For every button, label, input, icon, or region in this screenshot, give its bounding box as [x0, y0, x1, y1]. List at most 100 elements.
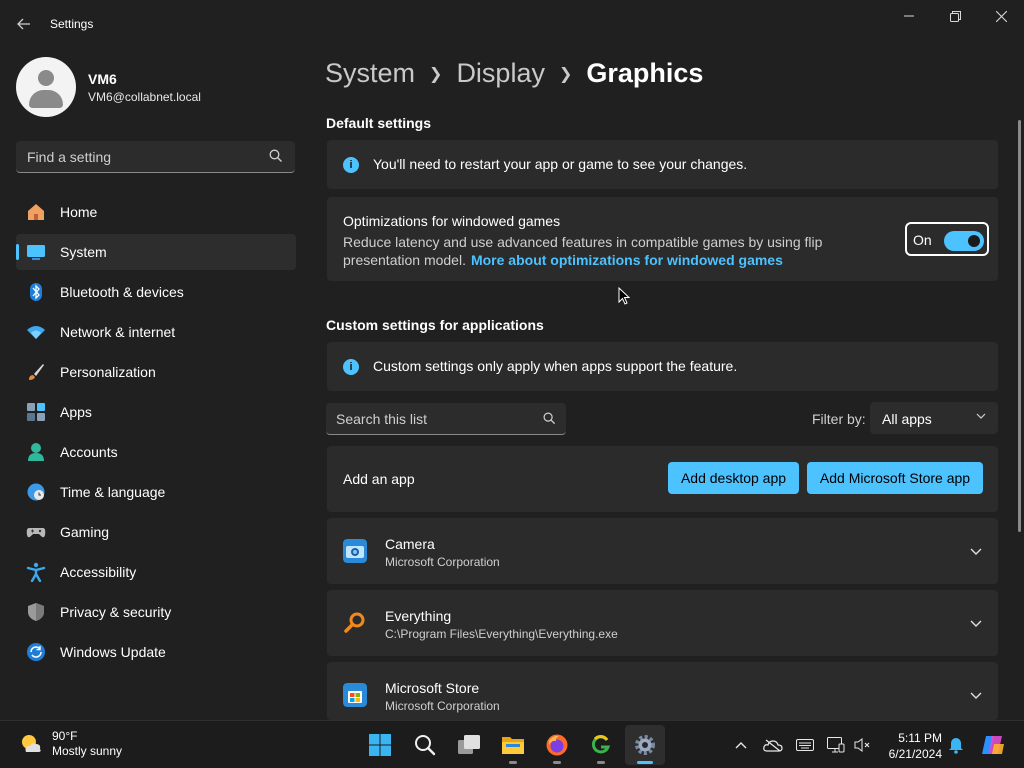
onedrive-icon[interactable] [763, 735, 783, 755]
sidebar-item-windows-update[interactable]: Windows Update [16, 634, 296, 670]
sidebar-item-network[interactable]: Network & internet [16, 314, 296, 350]
scrollbar[interactable] [1018, 120, 1021, 532]
taskbar-search-button[interactable] [405, 725, 445, 765]
app-row-everything[interactable]: Everything C:\Program Files\Everything\E… [327, 590, 998, 656]
system-clock[interactable]: 5:11 PM 6/21/2024 [876, 730, 942, 762]
sidebar-item-label: Personalization [60, 364, 156, 380]
filter-dropdown[interactable]: All apps [870, 402, 998, 434]
sidebar-item-privacy[interactable]: Privacy & security [16, 594, 296, 630]
toggle-switch[interactable] [944, 231, 984, 251]
notification-bell-icon[interactable] [946, 735, 966, 755]
back-button[interactable] [12, 12, 36, 36]
close-icon [995, 10, 1007, 22]
app-name: Camera [385, 536, 435, 552]
clock-time: 5:11 PM [898, 731, 942, 745]
green-app-button[interactable] [581, 725, 621, 765]
app-row-camera[interactable]: Camera Microsoft Corporation [327, 518, 998, 584]
sidebar-item-gaming[interactable]: Gaming [16, 514, 296, 550]
breadcrumb-system[interactable]: System [325, 58, 415, 89]
chevron-down-icon[interactable] [970, 689, 982, 701]
app-g-icon [592, 734, 611, 754]
profile-email: VM6@collabnet.local [88, 89, 201, 104]
window-title: Settings [50, 17, 94, 31]
app-path: C:\Program Files\Everything\Everything.e… [385, 627, 618, 641]
weather-temperature: 90°F [52, 729, 78, 743]
custom-notice-card: i Custom settings only apply when apps s… [327, 342, 998, 391]
brush-icon [26, 362, 46, 382]
close-button[interactable] [978, 0, 1024, 32]
list-search-input[interactable]: Search this list [326, 403, 566, 435]
breadcrumb-display[interactable]: Display [456, 58, 545, 89]
sidebar-item-label: Gaming [60, 524, 110, 540]
sidebar-item-label: Home [60, 204, 98, 220]
firefox-icon [546, 734, 568, 756]
sidebar-item-label: Accounts [60, 444, 118, 460]
start-button[interactable] [360, 725, 400, 765]
title-bar: Settings [0, 0, 1024, 48]
sidebar-item-personalization[interactable]: Personalization [16, 354, 296, 390]
avatar [16, 57, 76, 117]
sidebar-nav: Home System Bluetooth & devices Network … [16, 194, 296, 674]
partly-sunny-icon [22, 735, 41, 752]
info-icon: i [343, 157, 359, 173]
optimization-title: Optimizations for windowed games [343, 213, 561, 229]
camera-icon [343, 539, 367, 563]
wifi-icon [26, 322, 46, 342]
sidebar-item-system[interactable]: System [16, 234, 296, 270]
sidebar-item-label: Bluetooth & devices [60, 284, 184, 300]
minimize-icon [904, 15, 914, 17]
task-view-icon [458, 735, 480, 754]
accessibility-icon [26, 562, 46, 582]
sidebar-item-label: Network & internet [60, 324, 176, 340]
app-publisher: Microsoft Corporation [385, 699, 500, 713]
keyboard-icon[interactable] [795, 735, 815, 755]
restart-notice-text: You'll need to restart your app or game … [373, 156, 748, 172]
list-search-placeholder: Search this list [336, 411, 428, 427]
bluetooth-icon [26, 282, 46, 302]
restore-button[interactable] [932, 0, 978, 32]
app-row-microsoft-store[interactable]: Microsoft Store Microsoft Corporation [327, 662, 998, 720]
search-icon [543, 412, 556, 425]
search-placeholder: Find a setting [27, 149, 112, 165]
chevron-down-icon[interactable] [970, 545, 982, 557]
sidebar-item-label: Time & language [60, 484, 166, 500]
sidebar-item-time-language[interactable]: Time & language [16, 474, 296, 510]
section-title-default: Default settings [326, 115, 432, 131]
restart-notice-card: i You'll need to restart your app or gam… [327, 140, 998, 189]
filter-value: All apps [882, 411, 932, 427]
add-app-card: Add an app Add desktop app Add Microsoft… [327, 446, 998, 512]
globe-clock-icon [26, 482, 46, 502]
add-store-app-button[interactable]: Add Microsoft Store app [807, 462, 983, 494]
chevron-up-icon[interactable] [731, 735, 751, 755]
chevron-down-icon[interactable] [970, 617, 982, 629]
firefox-button[interactable] [537, 725, 577, 765]
minimize-button[interactable] [886, 0, 932, 32]
volume-muted-icon[interactable] [853, 735, 873, 755]
sidebar-item-accessibility[interactable]: Accessibility [16, 554, 296, 590]
file-explorer-button[interactable] [493, 725, 533, 765]
copilot-icon[interactable] [980, 735, 1006, 755]
weather-widget[interactable]: 90°F Mostly sunny [18, 729, 122, 759]
settings-taskbar-button[interactable] [625, 725, 665, 765]
optimization-learn-more-link[interactable]: More about optimizations for windowed ga… [471, 252, 783, 268]
toggle-state-label: On [913, 232, 932, 248]
display-icon[interactable] [826, 735, 846, 755]
add-app-label: Add an app [343, 471, 415, 487]
sidebar-item-label: Accessibility [60, 564, 137, 580]
user-profile[interactable]: VM6 VM6@collabnet.local [16, 57, 201, 117]
search-input[interactable]: Find a setting [16, 141, 295, 173]
filter-label: Filter by: [812, 411, 866, 427]
chevron-right-icon: ❯ [429, 65, 443, 83]
sidebar-item-home[interactable]: Home [16, 194, 296, 230]
mouse-cursor-icon [618, 287, 630, 305]
chevron-right-icon: ❯ [558, 65, 573, 83]
task-view-button[interactable] [449, 725, 489, 765]
home-icon [26, 202, 46, 222]
clock-date: 6/21/2024 [888, 747, 942, 761]
add-desktop-app-button[interactable]: Add desktop app [668, 462, 799, 494]
sidebar-item-apps[interactable]: Apps [16, 394, 296, 430]
sidebar-item-bluetooth[interactable]: Bluetooth & devices [16, 274, 296, 310]
sidebar-item-accounts[interactable]: Accounts [16, 434, 296, 470]
optimization-toggle[interactable]: On [905, 222, 989, 256]
apps-icon [26, 402, 46, 422]
